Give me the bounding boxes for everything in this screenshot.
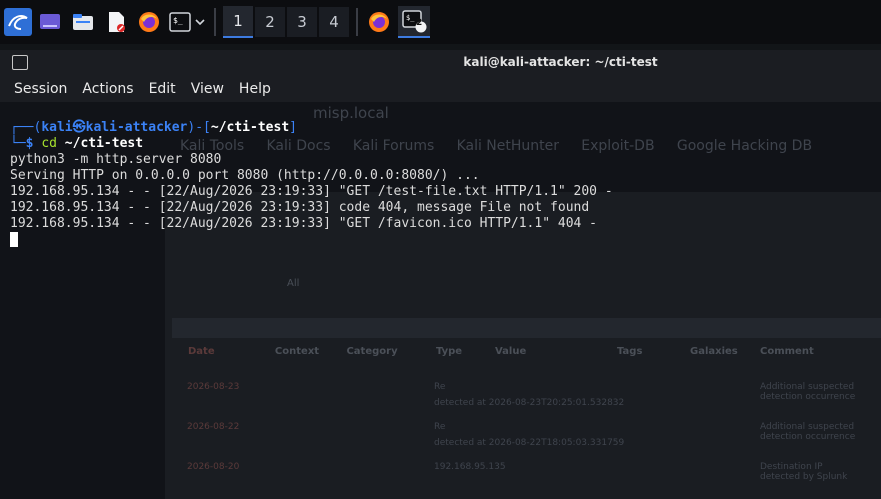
ghost-row-date: 2026-08-22: [187, 422, 240, 432]
window-title: kali@kali-attacker: ~/cti-test: [463, 55, 658, 69]
taskbar-separator: [214, 8, 216, 36]
command-line: python3 -m http.server 8080: [10, 152, 222, 167]
ghost-toolbar: [172, 318, 881, 338]
window-titlebar[interactable]: kali@kali-attacker: ~/cti-test: [0, 50, 881, 76]
text-cursor: [10, 232, 18, 247]
ghost-row-date: 2026-08-20: [187, 462, 240, 472]
firefox-window-icon[interactable]: [364, 7, 394, 37]
firefox-icon[interactable]: [134, 7, 164, 37]
workspace-3[interactable]: 3: [287, 7, 317, 37]
ghost-header: Value: [494, 346, 527, 357]
ghost-bookmark: Google Hacking DB: [676, 138, 813, 154]
ghost-header: Context: [274, 346, 320, 357]
menu-session[interactable]: Session: [14, 81, 67, 97]
workspace-4[interactable]: 4: [319, 7, 349, 37]
ghost-row-value: 192.168.95.135: [434, 462, 506, 472]
output-line: 192.168.95.134 - - [22/Aug/2026 23:19:33…: [10, 200, 590, 215]
ghost-row-value: Re: [434, 382, 446, 392]
taskbar-separator: [356, 8, 358, 36]
output-line: 192.168.95.134 - - [22/Aug/2026 23:19:33…: [10, 184, 613, 199]
menubar: Session Actions Edit View Help: [0, 76, 881, 102]
desktop-icon[interactable]: [35, 7, 65, 37]
ghost-header-galaxies: Galaxies: [690, 346, 738, 357]
kali-menu-icon[interactable]: [4, 8, 32, 36]
text-editor-icon[interactable]: [101, 7, 131, 37]
ghost-header: Type: [435, 346, 463, 357]
command-arg: ~/cti-test: [64, 136, 144, 151]
workspace-2[interactable]: 2: [255, 7, 285, 37]
output-line: Serving HTTP on 0.0.0.0 port 8080 (http:…: [10, 168, 480, 183]
ghost-header-tags: Tags: [617, 346, 643, 357]
output-line: 192.168.95.134 - - [22/Aug/2026 23:19:33…: [10, 216, 597, 231]
ghost-row-comment: Destination IP detected by Splunk: [760, 462, 848, 482]
menu-actions[interactable]: Actions: [82, 81, 133, 97]
chevron-down-icon[interactable]: [192, 7, 208, 37]
prompt-dir: ~/cti-test: [210, 120, 290, 135]
terminal-badge: 2: [416, 18, 423, 28]
terminal-window-icon[interactable]: $_ 2: [398, 6, 430, 38]
prompt-host: kali-attacker: [85, 120, 188, 135]
taskbar: $_ 1 2 3 4 $_ 2: [0, 0, 881, 44]
menu-edit[interactable]: Edit: [149, 81, 176, 97]
ghost-row-value: Re: [434, 422, 446, 432]
workspace-1[interactable]: 1: [223, 6, 253, 38]
terminal-icon[interactable]: $_: [168, 7, 192, 37]
menu-view[interactable]: View: [191, 81, 224, 97]
ghost-row-note: detected at 2026-08-23T20:25:01.532832: [434, 398, 625, 408]
menu-help[interactable]: Help: [239, 81, 271, 97]
prompt-user: kali: [41, 120, 73, 135]
ghost-header: Date: [188, 346, 215, 357]
prompt-at: ㉿: [72, 120, 86, 135]
file-manager-icon[interactable]: [68, 7, 98, 37]
ghost-header-comment: Comment: [760, 346, 814, 357]
terminal-area[interactable]: misp.local Kali Tools Kali Docs Kali For…: [0, 102, 881, 499]
command-name: cd: [41, 136, 57, 151]
ghost-header: Category: [346, 346, 398, 357]
svg-text:$_: $_: [406, 14, 415, 22]
ghost-row-note: detected at 2026-08-22T18:05:03.331759: [434, 438, 625, 448]
ghost-row-comment: Additional suspected detection occurrenc…: [760, 382, 856, 402]
ghost-row-date: 2026-08-23: [187, 382, 240, 392]
ghost-row-comment: Additional suspected detection occurrenc…: [760, 422, 856, 442]
terminal-output: ┌──(kali㉿kali-attacker)-[~/cti-test] └─$…: [10, 120, 613, 249]
ghost-tab-all: All: [287, 278, 300, 289]
ghost-table-header: Date Context Category Type Value: [188, 346, 526, 357]
svg-text:$_: $_: [173, 16, 183, 25]
